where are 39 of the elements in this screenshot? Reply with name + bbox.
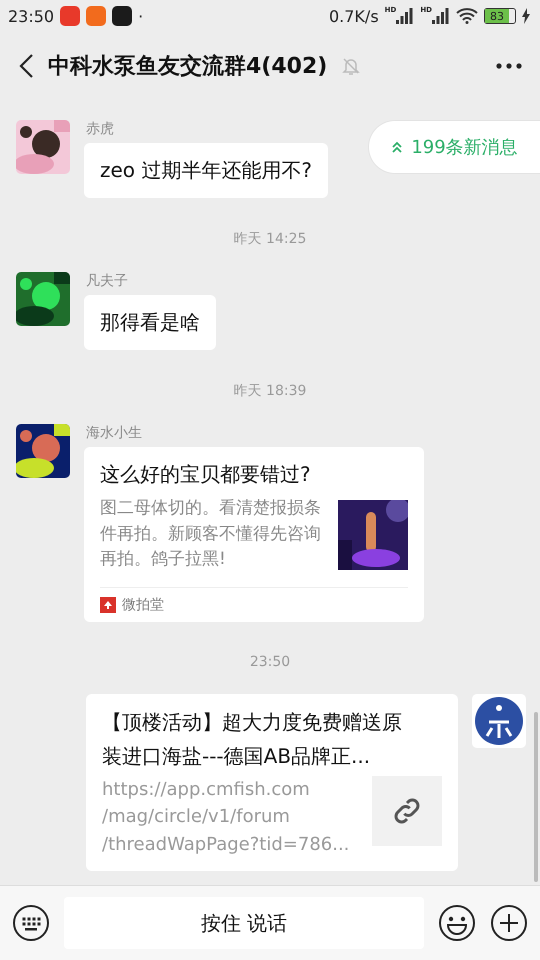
plus-icon[interactable] (490, 904, 528, 942)
charging-icon (522, 8, 530, 24)
app-icon (112, 6, 132, 26)
avatar-icon (472, 694, 526, 748)
timestamp: 昨天 18:39 (234, 382, 306, 400)
sender-name: 赤虎 (85, 120, 115, 138)
chat-title: 中科水泵鱼友交流群4(402) (48, 52, 328, 81)
wifi-icon (456, 8, 478, 24)
clock-time: 23:50 (8, 6, 54, 26)
card-title: 这么好的宝贝都要错过? (100, 461, 312, 488)
link-url: /mag/circle/v1/forum (102, 805, 291, 830)
app-icon (86, 6, 106, 26)
timestamp: 23:50 (250, 654, 290, 670)
link-url: /threadWapPage?tid=786... (102, 833, 350, 858)
card-description: 图二母体切的。看清楚报损条件再拍。新顾客不懂得先咨询再拍。鸽子拉黑! (100, 497, 321, 571)
emoji-icon[interactable] (438, 904, 476, 942)
message-bubble[interactable]: 那得看是啥 (84, 295, 216, 350)
timestamp: 昨天 14:25 (234, 230, 306, 248)
shared-card[interactable]: 这么好的宝贝都要错过? 图二母体切的。看清楚报损条件再拍。新顾客不懂得先咨询再拍。鸽子拉黑! 微拍堂 (84, 447, 424, 622)
message-bubble[interactable]: zeo 过期半年还能用不? (84, 143, 328, 198)
sender-name: 海水小生 (85, 424, 143, 442)
hold-to-talk-button[interactable]: 按住 说话 (64, 897, 424, 949)
double-chevron-icon (391, 141, 404, 153)
battery-icon: 83 (484, 8, 516, 24)
app-icon (60, 6, 80, 26)
link-title: 【顶楼活动】超大力度免费赠送原 (102, 708, 403, 736)
signal-icon (432, 8, 450, 24)
link-url: https://app.cmfish.com (102, 778, 311, 802)
notification-dot: · (138, 6, 144, 26)
keyboard-icon[interactable] (12, 904, 50, 942)
card-source: 微拍堂 (122, 596, 164, 614)
more-icon[interactable] (496, 63, 522, 69)
signal-icon (396, 8, 414, 24)
network-speed: 0.7K/s (328, 6, 379, 26)
app-logo-icon (100, 596, 116, 612)
back-icon[interactable] (18, 53, 34, 79)
sender-name: 凡夫子 (85, 272, 129, 290)
link-card[interactable]: 【顶楼活动】超大力度免费赠送原 装进口海盐---德国AB品牌正... https://app.cmfish.com /mag/circle/v1/forum /threadWapPage?tid=786... (86, 694, 458, 872)
link-title: 装进口海盐---德国AB品牌正... (102, 742, 372, 770)
